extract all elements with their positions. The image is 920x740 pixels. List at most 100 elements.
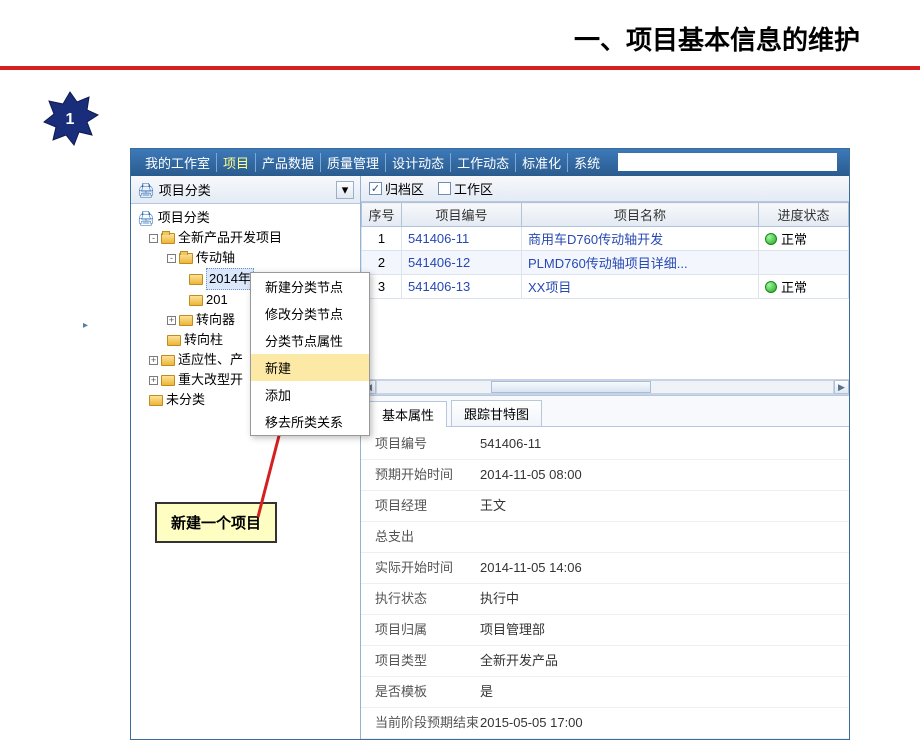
scroll-thumb[interactable] (491, 381, 651, 393)
form-label: 执行状态 (361, 584, 476, 614)
menu-my-workspace[interactable]: 我的工作室 (143, 153, 217, 172)
work-checkbox[interactable]: 工作区 (438, 179, 493, 198)
toggle-icon[interactable]: + (167, 316, 176, 325)
tab-gantt[interactable]: 跟踪甘特图 (451, 400, 542, 426)
cell-name: 商用车D760传动轴开发 (522, 227, 759, 251)
status-dot-ok-icon (765, 233, 777, 245)
form-label: 是否模板 (361, 677, 476, 707)
left-panel: 🖨 项目分类 ▾ 🖨 项目分类 - 全新产品开发项目 - (131, 176, 361, 739)
tree-node-label: 未分类 (166, 390, 205, 410)
form-value[interactable]: 2015-05-05 17:00 (476, 708, 849, 738)
sidebar-dropdown-button[interactable]: ▾ (336, 181, 354, 199)
splitter-handle-icon[interactable]: ▸ (80, 320, 91, 331)
form-row-expected-start: 预期开始时间2014-11-05 08:00 (361, 460, 849, 491)
cell-code: 541406-12 (402, 251, 522, 275)
form-label: 项目归属 (361, 615, 476, 645)
ctx-category-node-props[interactable]: 分类节点属性 (251, 327, 369, 354)
proj-root-icon2: 🖨 (137, 211, 155, 225)
work-label: 工作区 (454, 179, 493, 198)
scroll-track[interactable] (376, 380, 834, 394)
proj-root-icon: 🖨 (137, 183, 155, 197)
form-label: 预期开始时间 (361, 460, 476, 490)
form-value[interactable]: 王文 (476, 491, 849, 521)
form-row-project-code: 项目编号541406-11 (361, 429, 849, 460)
form-value[interactable]: 项目管理部 (476, 615, 849, 645)
divider-red (0, 66, 920, 70)
form-value[interactable]: 2014-11-05 14:06 (476, 553, 849, 583)
table-row[interactable]: 1 541406-11 商用车D760传动轴开发 正常 (362, 227, 849, 251)
step-number: 1 (66, 111, 75, 129)
scroll-right-icon[interactable]: ▶ (834, 380, 849, 394)
tree-node-label: 适应性、产 (178, 350, 243, 370)
menu-system[interactable]: 系统 (572, 153, 606, 172)
page-title: 一、项目基本信息的维护 (574, 20, 860, 57)
tab-basic-properties[interactable]: 基本属性 (369, 401, 447, 427)
form-label: 总支出 (361, 522, 476, 552)
archive-checkbox[interactable]: ✓ 归档区 (369, 179, 424, 198)
toggle-icon[interactable]: + (149, 376, 158, 385)
form-value[interactable] (476, 522, 849, 552)
folder-icon (161, 375, 175, 386)
check-icon: ✓ (369, 182, 382, 195)
tree-node-all-new[interactable]: - 全新产品开发项目 (135, 228, 356, 248)
folder-icon (149, 395, 163, 406)
cell-code: 541406-13 (402, 275, 522, 299)
tree-node-label: 传动轴 (196, 248, 235, 268)
form-value[interactable]: 2014-11-05 08:00 (476, 460, 849, 490)
toggle-icon[interactable]: + (149, 356, 158, 365)
status-dot-ok-icon (765, 281, 777, 293)
tree-node-driveshaft[interactable]: - 传动轴 (135, 248, 356, 268)
ctx-new[interactable]: 新建 (251, 354, 369, 381)
menu-standardization[interactable]: 标准化 (520, 153, 568, 172)
cell-name: XX项目 (522, 275, 759, 299)
filter-bar: ✓ 归档区 工作区 (361, 176, 849, 202)
form-label: 项目编号 (361, 429, 476, 459)
ctx-remove-rel[interactable]: 移去所类关系 (251, 408, 369, 435)
ctx-edit-category-node[interactable]: 修改分类节点 (251, 300, 369, 327)
col-project-name[interactable]: 项目名称 (522, 203, 759, 227)
tree-node-label: 2014年 (206, 268, 254, 290)
folder-icon (189, 295, 203, 306)
form-value[interactable]: 执行中 (476, 584, 849, 614)
folder-icon (189, 274, 203, 285)
menu-project[interactable]: 项目 (221, 153, 256, 172)
cell-status (759, 251, 849, 275)
form-row-actual-start: 实际开始时间2014-11-05 14:06 (361, 553, 849, 584)
folder-icon (179, 315, 193, 326)
context-menu: 新建分类节点 修改分类节点 分类节点属性 新建 添加 移去所类关系 (250, 272, 370, 436)
sidebar-header: 🖨 项目分类 ▾ (131, 176, 360, 204)
folder-icon (161, 355, 175, 366)
table-row[interactable]: 3 541406-13 XX项目 正常 (362, 275, 849, 299)
menu-bar: 我的工作室 项目 产品数据 质量管理 设计动态 工作动态 标准化 系统 (131, 149, 849, 176)
form-value[interactable]: 全新开发产品 (476, 646, 849, 676)
step-badge: 1 (40, 90, 100, 150)
menu-design-updates[interactable]: 设计动态 (390, 153, 451, 172)
tree-node-label: 转向器 (196, 310, 235, 330)
cell-name: PLMD760传动轴项目详细... (522, 251, 759, 275)
menu-product-data[interactable]: 产品数据 (260, 153, 321, 172)
col-project-code[interactable]: 项目编号 (402, 203, 522, 227)
ctx-add[interactable]: 添加 (251, 381, 369, 408)
tree-node-label: 重大改型开 (178, 370, 243, 390)
menu-work-updates[interactable]: 工作动态 (455, 153, 516, 172)
table-row[interactable]: 2 541406-12 PLMD760传动轴项目详细... (362, 251, 849, 275)
tree-node-label: 转向柱 (184, 330, 223, 350)
col-progress-status[interactable]: 进度状态 (759, 203, 849, 227)
form-row-is-template: 是否模板是 (361, 677, 849, 708)
menu-quality-mgmt[interactable]: 质量管理 (325, 153, 386, 172)
tree-root[interactable]: 🖨 项目分类 (135, 208, 356, 228)
ctx-new-category-node[interactable]: 新建分类节点 (251, 273, 369, 300)
tree-root-label: 项目分类 (158, 208, 210, 228)
project-grid: 序号 项目编号 项目名称 进度状态 1 541406-11 商用车D760传动轴… (361, 202, 849, 396)
form-row-project-type: 项目类型全新开发产品 (361, 646, 849, 677)
form-value[interactable]: 541406-11 (476, 429, 849, 459)
horizontal-scrollbar[interactable]: ◀ ▶ (361, 379, 849, 395)
toggle-icon[interactable]: - (149, 234, 158, 243)
toggle-icon[interactable]: - (167, 254, 176, 263)
form-row-total-expense: 总支出 (361, 522, 849, 553)
form-value[interactable]: 是 (476, 677, 849, 707)
tree-node-label: 201 (206, 290, 228, 310)
form-label: 实际开始时间 (361, 553, 476, 583)
col-index[interactable]: 序号 (362, 203, 402, 227)
right-panel: ✓ 归档区 工作区 序号 项目编号 项目名称 进度状态 (361, 176, 849, 739)
